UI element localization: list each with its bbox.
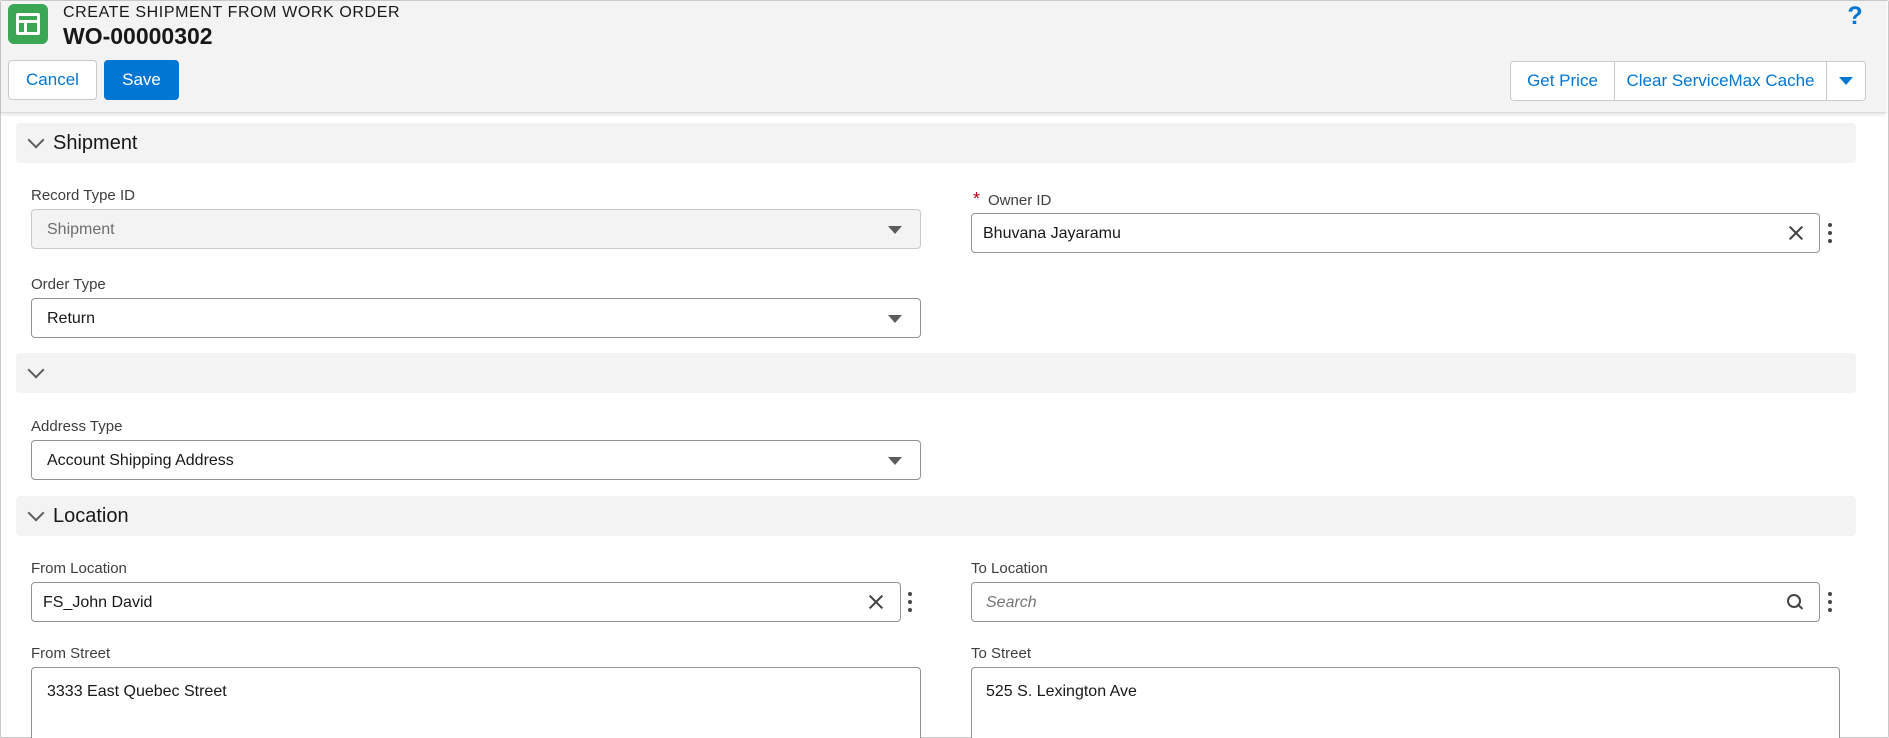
more-actions-icon[interactable] [1827,223,1833,243]
owner-value: Bhuvana Jayaramu [983,225,1121,242]
page-title: WO-00000302 [63,23,213,49]
table-icon [8,4,48,44]
more-actions-icon[interactable] [1827,592,1833,612]
owner-label-text: Owner ID [988,192,1052,209]
search-icon[interactable] [1786,593,1804,611]
chevron-down-icon [27,131,45,149]
owner-lookup-field[interactable]: Bhuvana Jayaramu [971,213,1820,253]
order-type-value: Return [47,310,96,327]
from-street-value: 3333 East Quebec Street [47,683,227,700]
order-type-select[interactable]: Return [31,298,921,338]
from-location-lookup-field[interactable]: FS_John David [31,582,901,622]
to-location-label: To Location [971,560,1048,577]
caret-down-icon [888,226,902,234]
section-header-address[interactable] [16,353,1856,393]
more-actions-menu-button[interactable] [1827,62,1865,100]
help-icon[interactable]: ? [1843,2,1867,30]
owner-label: * Owner ID [973,189,1051,210]
chevron-down-icon [27,504,45,522]
to-location-placeholder: Search [986,594,1037,611]
order-type-label: Order Type [31,276,106,293]
page-eyebrow: CREATE SHIPMENT FROM WORK ORDER [63,4,401,21]
save-button[interactable]: Save [104,60,179,100]
to-street-label: To Street [971,645,1032,662]
page-header: CREATE SHIPMENT FROM WORK ORDER WO-00000… [1,1,1886,113]
close-icon[interactable] [866,592,886,612]
section-header-shipment[interactable]: Shipment [16,123,1856,163]
action-button-group: Get Price Clear ServiceMax Cache [1510,61,1866,101]
address-type-label: Address Type [31,418,123,435]
caret-down-icon [1839,77,1853,85]
from-location-label: From Location [31,560,127,577]
address-type-value: Account Shipping Address [47,452,234,469]
cancel-button[interactable]: Cancel [8,60,97,100]
caret-down-icon [888,457,902,465]
clear-cache-button[interactable]: Clear ServiceMax Cache [1615,62,1827,100]
address-type-select[interactable]: Account Shipping Address [31,440,921,480]
chevron-down-icon [27,361,45,379]
record-type-value: Shipment [47,221,115,238]
from-location-value: FS_John David [43,594,153,611]
to-location-search-input[interactable]: Search [971,582,1820,622]
to-street-value: 525 S. Lexington Ave [986,683,1137,700]
get-price-button[interactable]: Get Price [1511,62,1615,100]
record-type-select: Shipment [31,209,921,249]
caret-down-icon [888,315,902,323]
required-indicator: * [973,189,981,209]
close-icon[interactable] [1786,223,1806,243]
section-header-location[interactable]: Location [16,496,1856,536]
from-street-label: From Street [31,645,111,662]
more-actions-icon[interactable] [907,592,913,612]
record-type-label: Record Type ID [31,187,135,204]
to-street-textarea[interactable]: 525 S. Lexington Ave [971,667,1840,738]
from-street-textarea[interactable]: 3333 East Quebec Street [31,667,921,738]
section-title-shipment: Shipment [53,132,138,154]
section-title-location: Location [53,505,129,527]
